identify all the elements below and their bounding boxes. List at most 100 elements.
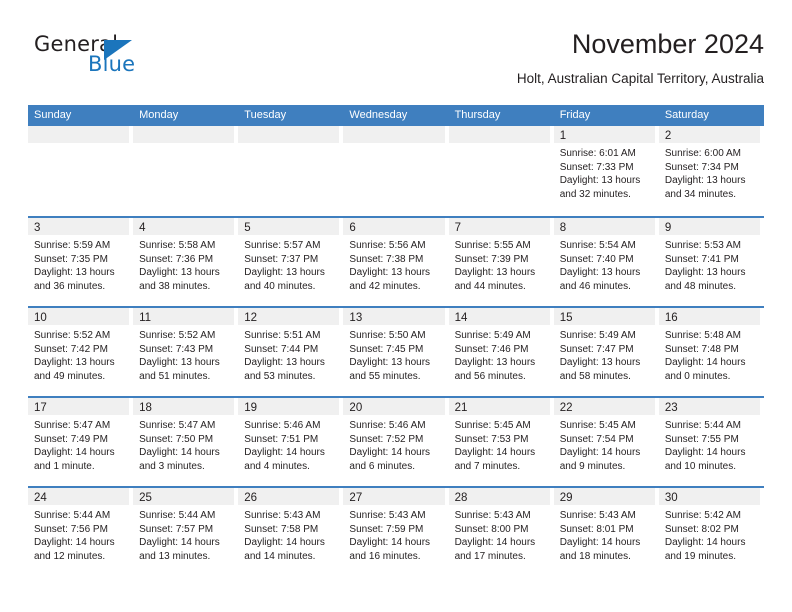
sunset-text: Sunset: 7:49 PM [34,433,108,445]
day-number-band: 10 [28,308,130,325]
day-number: 19 [244,402,258,414]
day-number: 13 [349,312,363,324]
day-cell-12[interactable]: 12 Sunrise: 5:51 AM Sunset: 7:44 PM Dayligh… [238,308,343,396]
day-cell-17[interactable]: 17 Sunrise: 5:47 AM Sunset: 7:49 PM Dayligh… [28,398,133,486]
day-cell-16[interactable]: 16 Sunrise: 5:48 AM Sunset: 7:48 PM Dayligh… [658,308,764,396]
daylight-text: Daylight: 13 hours and 40 minutes. [244,267,325,292]
sunset-text: Sunset: 8:01 PM [559,523,634,535]
day-number-band: 7 [448,218,550,235]
day-cell-18[interactable]: 18 Sunrise: 5:47 AM Sunset: 7:50 PM Dayligh… [133,398,238,486]
page-header: General Blue November 2024 Holt, Austral… [28,28,764,98]
sunrise-text: Sunrise: 6:00 AM [664,148,741,159]
day-number: 2 [664,130,672,142]
day-number-band: 18 [133,398,235,415]
sunset-text: Sunset: 7:58 PM [244,523,319,535]
day-cell-4[interactable]: 4 Sunrise: 5:58 AM Sunset: 7:36 PM Daylight… [133,218,238,306]
sunrise-text: Sunrise: 5:49 AM [559,330,636,341]
day-cell-3[interactable]: 3 Sunrise: 5:59 AM Sunset: 7:35 PM Daylight… [28,218,133,306]
day-cell-8[interactable]: 8 Sunrise: 5:54 AM Sunset: 7:40 PM Daylight… [553,218,659,306]
calendar-week-row: 17 Sunrise: 5:47 AM Sunset: 7:49 PM Dayligh… [28,396,764,486]
day-cell-27[interactable]: 27 Sunrise: 5:43 AM Sunset: 7:59 PM Dayligh… [343,488,448,576]
day-cell-empty [238,126,343,216]
day-sun-info: Sunrise: 5:47 AM Sunset: 7:49 PM Daylight:… [28,415,129,473]
day-cell-13[interactable]: 13 Sunrise: 5:50 AM Sunset: 7:45 PM Dayligh… [343,308,448,396]
day-cell-25[interactable]: 25 Sunrise: 5:44 AM Sunset: 7:57 PM Dayligh… [133,488,238,576]
day-cell-24[interactable]: 24 Sunrise: 5:44 AM Sunset: 7:56 PM Dayligh… [28,488,133,576]
day-cell-9[interactable]: 9 Sunrise: 5:53 AM Sunset: 7:41 PM Daylight… [658,218,764,306]
day-cell-19[interactable]: 19 Sunrise: 5:46 AM Sunset: 7:51 PM Dayligh… [238,398,343,486]
sunset-text: Sunset: 7:51 PM [244,433,319,445]
day-cell-6[interactable]: 6 Sunrise: 5:56 AM Sunset: 7:38 PM Daylight… [343,218,448,306]
day-cell-22[interactable]: 22 Sunrise: 5:45 AM Sunset: 7:54 PM Dayligh… [553,398,659,486]
daylight-text: Daylight: 13 hours and 42 minutes. [349,267,431,292]
day-number-band: 16 [658,308,760,325]
day-number-band: 11 [133,308,235,325]
daylight-text: Daylight: 14 hours and 6 minutes. [349,447,431,472]
day-number: 12 [244,312,258,324]
day-cell-5[interactable]: 5 Sunrise: 5:57 AM Sunset: 7:37 PM Daylight… [238,218,343,306]
daylight-text: Daylight: 14 hours and 18 minutes. [559,537,641,562]
day-cell-2[interactable]: 2 Sunrise: 6:00 AM Sunset: 7:34 PM Daylight… [658,126,764,216]
day-number: 30 [664,492,678,504]
day-cell-11[interactable]: 11 Sunrise: 5:52 AM Sunset: 7:43 PM Dayligh… [133,308,238,396]
day-cell-15[interactable]: 15 Sunrise: 5:49 AM Sunset: 7:47 PM Dayligh… [553,308,659,396]
day-sun-info: Sunrise: 5:55 AM Sunset: 7:39 PM Daylight:… [449,235,550,293]
day-sun-info: Sunrise: 5:42 AM Sunset: 8:02 PM Daylight:… [659,505,760,563]
sunset-text: Sunset: 7:47 PM [559,343,634,355]
day-sun-info: Sunrise: 5:50 AM Sunset: 7:45 PM Daylight:… [343,325,444,383]
day-sun-info: Sunrise: 5:46 AM Sunset: 7:52 PM Daylight:… [343,415,444,473]
general-blue-logo: General Blue [28,32,198,88]
day-number-band: 13 [343,308,445,325]
sunrise-text: Sunrise: 5:53 AM [664,240,741,251]
weekday-header-friday: Friday [559,109,591,121]
day-cell-30[interactable]: 30 Sunrise: 5:42 AM Sunset: 8:02 PM Dayligh… [658,488,764,576]
day-cell-10[interactable]: 10 Sunrise: 5:52 AM Sunset: 7:42 PM Dayligh… [28,308,133,396]
sunrise-text: Sunrise: 5:58 AM [139,240,216,251]
day-number: 25 [139,492,152,504]
sunrise-text: Sunrise: 5:57 AM [244,240,321,251]
daylight-text: Daylight: 13 hours and 44 minutes. [454,267,536,292]
day-number-band: 5 [238,218,340,235]
day-number: 15 [559,312,573,324]
sunrise-text: Sunrise: 5:50 AM [349,330,426,341]
day-cell-23[interactable]: 23 Sunrise: 5:44 AM Sunset: 7:55 PM Dayligh… [658,398,764,486]
day-cell-1[interactable]: 1 Sunrise: 6:01 AM Sunset: 7:33 PM Daylight… [553,126,659,216]
day-cell-26[interactable]: 26 Sunrise: 5:43 AM Sunset: 7:58 PM Dayligh… [238,488,343,576]
day-sun-info: Sunrise: 5:44 AM Sunset: 7:56 PM Daylight:… [28,505,129,563]
day-cell-14[interactable]: 14 Sunrise: 5:49 AM Sunset: 7:46 PM Dayligh… [448,308,554,396]
day-number-band [133,126,235,143]
sunset-text: Sunset: 7:53 PM [454,433,529,445]
day-number: 8 [559,222,567,234]
day-cell-20[interactable]: 20 Sunrise: 5:46 AM Sunset: 7:52 PM Dayligh… [343,398,448,486]
day-number-band: 17 [28,398,130,415]
sunset-text: Sunset: 7:45 PM [349,343,424,355]
day-number-band: 14 [448,308,550,325]
sunrise-text: Sunrise: 5:51 AM [244,330,321,341]
sunrise-text: Sunrise: 5:52 AM [139,330,216,341]
day-cell-21[interactable]: 21 Sunrise: 5:45 AM Sunset: 7:53 PM Dayligh… [448,398,554,486]
sunset-text: Sunset: 7:37 PM [244,253,319,265]
day-number: 27 [349,492,363,504]
day-number: 16 [664,312,678,324]
day-number: 5 [244,222,251,234]
day-cell-28[interactable]: 28 Sunrise: 5:43 AM Sunset: 8:00 PM Dayligh… [448,488,554,576]
day-cell-7[interactable]: 7 Sunrise: 5:55 AM Sunset: 7:39 PM Daylight… [448,218,554,306]
daylight-text: Daylight: 13 hours and 55 minutes. [349,357,431,382]
sunset-text: Sunset: 7:46 PM [454,343,529,355]
day-number-band: 15 [553,308,655,325]
daylight-text: Daylight: 13 hours and 46 minutes. [559,267,641,292]
sunrise-text: Sunrise: 5:55 AM [454,240,531,251]
day-number: 28 [454,492,468,504]
day-cell-29[interactable]: 29 Sunrise: 5:43 AM Sunset: 8:01 PM Dayligh… [553,488,659,576]
sunset-text: Sunset: 8:00 PM [454,523,529,535]
calendar-grid: Sunday Monday Tuesday Wednesday Thursday Frid… [28,105,764,576]
sunrise-text: Sunrise: 5:42 AM [664,510,741,521]
weekday-header-row: Sunday Monday Tuesday Wednesday Thursday Frid… [28,105,764,126]
day-number: 29 [559,492,573,504]
sunrise-text: Sunrise: 5:46 AM [244,420,321,431]
day-number: 21 [454,402,468,414]
day-sun-info: Sunrise: 5:53 AM Sunset: 7:41 PM Daylight:… [659,235,760,293]
calendar-week-row: 1 Sunrise: 6:01 AM Sunset: 7:33 PM Daylight… [28,126,764,216]
day-number-band [238,126,340,143]
sunset-text: Sunset: 7:43 PM [139,343,214,355]
